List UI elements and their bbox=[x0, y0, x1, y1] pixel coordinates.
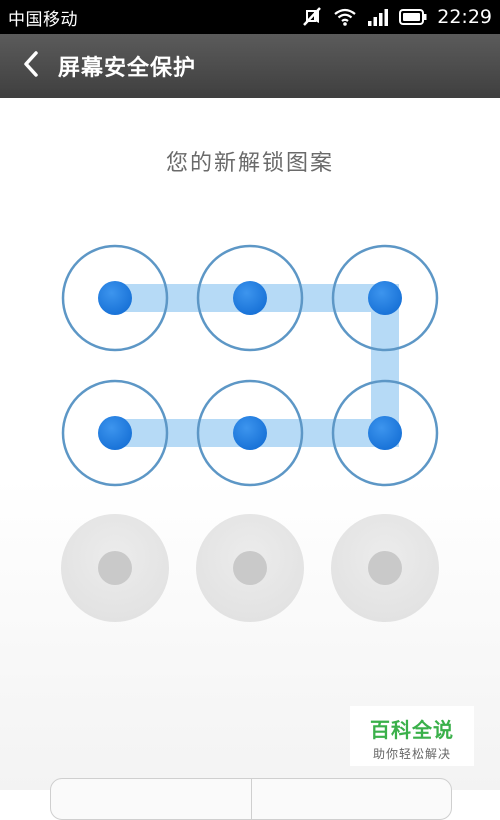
bottom-right-button[interactable] bbox=[250, 779, 452, 819]
signal-icon bbox=[367, 8, 389, 26]
wifi-icon bbox=[333, 8, 357, 26]
pattern-nodes bbox=[61, 244, 439, 622]
carrier-label: 中国移动 bbox=[8, 9, 78, 30]
node-dot-idle bbox=[233, 551, 267, 585]
back-button[interactable] bbox=[14, 34, 48, 98]
main-content: 您的新解锁图案 bbox=[0, 98, 500, 790]
node-dot-active bbox=[368, 281, 402, 315]
bottom-left-button[interactable] bbox=[51, 779, 251, 819]
page-title: 屏幕安全保护 bbox=[58, 56, 197, 81]
watermark-logo: 百科全说 助你轻松解决 bbox=[350, 706, 474, 766]
chevron-left-icon bbox=[21, 49, 41, 83]
clock: 22:29 bbox=[437, 6, 492, 28]
bottom-button-bar bbox=[50, 778, 452, 820]
status-bar: 中国移动 22:29 bbox=[0, 0, 500, 34]
pattern-lock-grid[interactable] bbox=[0, 98, 500, 790]
node-dot-active bbox=[233, 416, 267, 450]
pattern-path bbox=[115, 284, 399, 447]
node-dot-idle bbox=[98, 551, 132, 585]
node-dot-active bbox=[368, 416, 402, 450]
pattern-node-9[interactable] bbox=[331, 514, 439, 622]
title-bar: 屏幕安全保护 bbox=[0, 34, 500, 98]
battery-icon bbox=[399, 8, 427, 26]
pattern-line bbox=[115, 284, 399, 447]
silent-icon bbox=[301, 7, 323, 27]
node-dot-idle bbox=[368, 551, 402, 585]
pattern-node-7[interactable] bbox=[61, 514, 169, 622]
pattern-node-8[interactable] bbox=[196, 514, 304, 622]
node-dot-active bbox=[98, 416, 132, 450]
node-dot-active bbox=[233, 281, 267, 315]
node-dot-active bbox=[98, 281, 132, 315]
status-icons: 22:29 bbox=[301, 6, 492, 28]
watermark-title: 百科全说 bbox=[370, 718, 454, 742]
watermark-subtitle: 助你轻松解决 bbox=[372, 747, 451, 761]
